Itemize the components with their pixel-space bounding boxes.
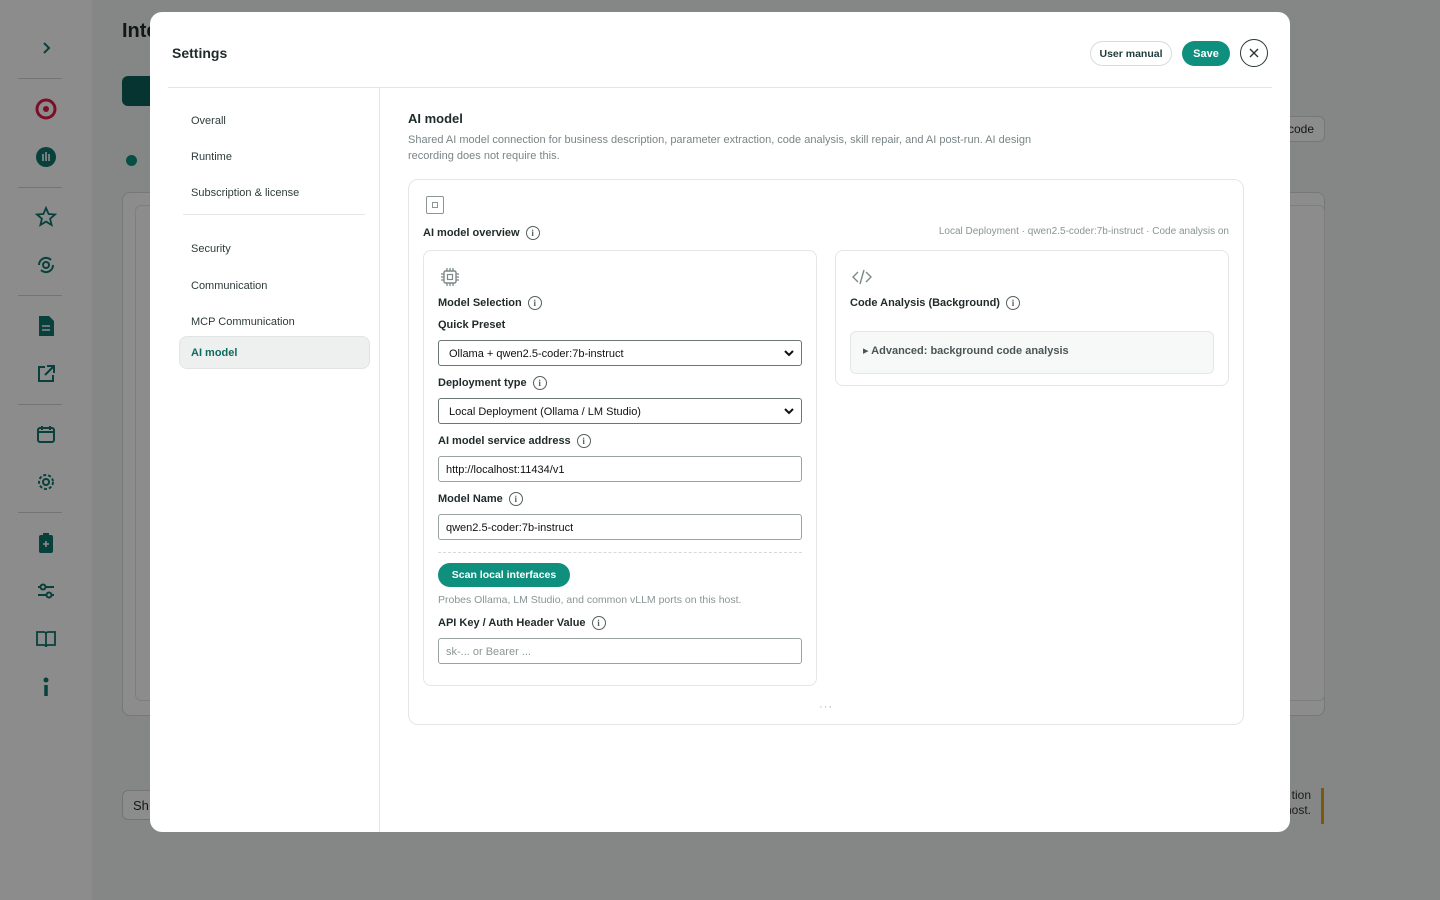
section-title: AI model <box>408 111 463 126</box>
modal-header: Settings User manual Save <box>150 12 1290 88</box>
info-icon[interactable]: i <box>525 226 540 240</box>
nav-divider <box>183 214 365 215</box>
model-name-label: Model Name i <box>438 492 523 506</box>
close-icon <box>1249 48 1259 58</box>
api-key-label: API Key / Auth Header Value i <box>438 616 606 630</box>
scan-local-interfaces-button[interactable]: Scan local interfaces <box>438 563 570 587</box>
settings-modal: Settings User manual Save Overall Runtim… <box>150 12 1290 832</box>
nav-item-communication[interactable]: Communication <box>179 269 370 302</box>
section-description: Shared AI model connection for business … <box>408 134 1032 162</box>
code-analysis-heading-text: Code Analysis (Background) <box>850 296 1000 309</box>
deployment-type-label-text: Deployment type <box>438 376 527 389</box>
service-address-label-text: AI model service address <box>438 434 571 447</box>
code-icon <box>852 269 872 285</box>
chevron-down-icon <box>784 350 794 357</box>
quick-preset-label: Quick Preset <box>438 319 506 331</box>
advanced-code-analysis-toggle[interactable]: ▸ Advanced: background code analysis <box>850 331 1214 374</box>
info-icon[interactable]: i <box>1005 296 1020 310</box>
panel-icon <box>426 196 444 214</box>
service-address-label: AI model service address i <box>438 434 591 448</box>
quick-preset-value: Ollama + qwen2.5-coder:7b-instruct <box>449 348 624 360</box>
deployment-type-value: Local Deployment (Ollama / LM Studio) <box>449 406 641 418</box>
modal-title: Settings <box>172 45 228 61</box>
model-name-input[interactable]: qwen2.5-coder:7b-instruct <box>438 514 802 540</box>
model-name-label-text: Model Name <box>438 492 503 505</box>
info-icon[interactable]: i <box>591 616 606 630</box>
scan-hint: Probes Ollama, LM Studio, and common vLL… <box>438 594 742 606</box>
nav-item-ai-model[interactable]: AI model <box>179 336 370 369</box>
save-button[interactable]: Save <box>1182 41 1230 66</box>
model-selection-heading: Model Selection i <box>438 296 542 310</box>
info-icon[interactable]: i <box>576 434 591 448</box>
overview-title: AI model overview i <box>423 226 540 240</box>
api-key-label-text: API Key / Auth Header Value <box>438 616 586 629</box>
deployment-type-label: Deployment type i <box>438 376 547 390</box>
dashed-divider <box>438 552 802 553</box>
overview-status: Local Deployment · qwen2.5-coder:7b-inst… <box>938 226 1229 237</box>
chevron-down-icon <box>784 408 794 415</box>
model-selection-card: Model Selection i Quick Preset Ollama + q… <box>423 250 817 686</box>
settings-nav: Overall Runtime Subscription & license S… <box>168 88 380 832</box>
resize-handle[interactable]: ··· <box>819 701 833 713</box>
service-address-input[interactable]: http://localhost:11434/v1 <box>438 456 802 482</box>
info-icon[interactable]: i <box>532 376 547 390</box>
user-manual-button[interactable]: User manual <box>1090 41 1172 66</box>
nav-item-runtime[interactable]: Runtime <box>179 140 370 173</box>
ai-model-overview-card: AI model overview i Local Deployment · qw… <box>408 179 1244 725</box>
deployment-type-select[interactable]: Local Deployment (Ollama / LM Studio) <box>438 398 802 424</box>
nav-item-subscription[interactable]: Subscription & license <box>179 176 370 209</box>
close-button[interactable] <box>1240 39 1268 67</box>
code-analysis-card: Code Analysis (Background) i ▸ Advanced: … <box>835 250 1229 386</box>
info-icon[interactable]: i <box>508 492 523 506</box>
nav-item-security[interactable]: Security <box>179 232 370 265</box>
code-analysis-heading: Code Analysis (Background) i <box>850 296 1020 310</box>
chip-icon <box>441 268 459 286</box>
nav-item-overall[interactable]: Overall <box>179 104 370 137</box>
model-selection-heading-text: Model Selection <box>438 296 522 309</box>
overview-title-text: AI model overview <box>423 226 520 239</box>
info-icon[interactable]: i <box>527 296 542 310</box>
quick-preset-select[interactable]: Ollama + qwen2.5-coder:7b-instruct <box>438 340 802 366</box>
api-key-input[interactable]: sk-... or Bearer ... <box>438 638 802 664</box>
nav-item-mcp-communication[interactable]: MCP Communication <box>179 305 370 338</box>
